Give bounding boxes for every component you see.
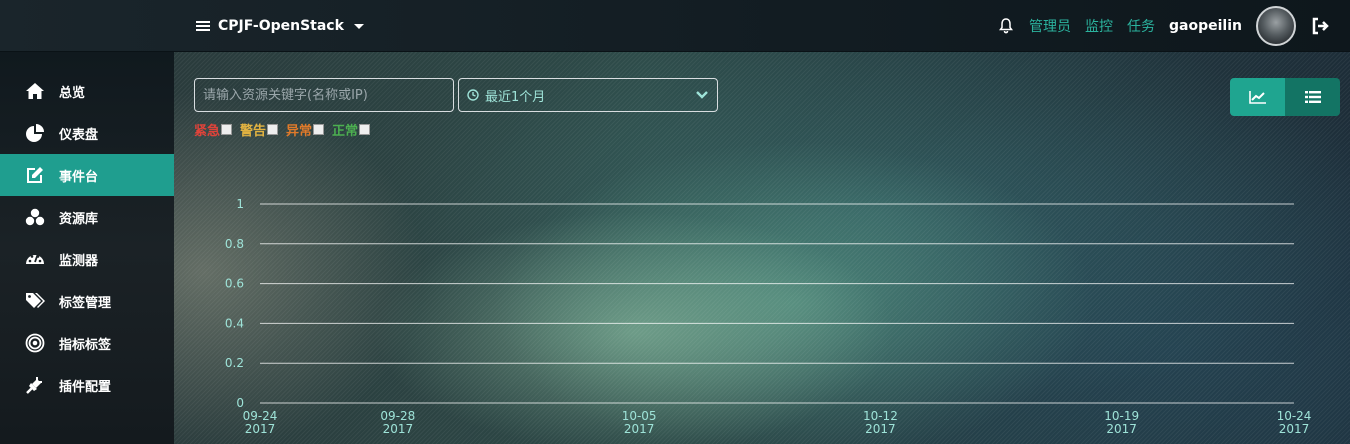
y-tick-label: 0.4: [225, 316, 244, 330]
line-chart-icon: [1248, 91, 1266, 104]
time-range-select[interactable]: 最近1个月: [458, 78, 718, 112]
list-icon: [196, 20, 210, 32]
x-tick-year: 2017: [1106, 422, 1137, 436]
filter-label: 正常: [332, 124, 359, 139]
plug-icon: [26, 377, 42, 394]
project-selector[interactable]: CPJF-OpenStack: [196, 15, 364, 37]
y-tick-label: 0.8: [225, 237, 244, 251]
caret-down-icon: [353, 23, 364, 29]
clock-icon: [467, 89, 479, 101]
sidebar-item-metric-tags[interactable]: 指标标签: [0, 322, 174, 364]
filter-checkbox[interactable]: [359, 124, 371, 135]
x-tick-year: 2017: [1279, 422, 1310, 436]
x-tick-year: 2017: [245, 422, 276, 436]
sidebar-item-label: 监测器: [59, 253, 99, 269]
y-tick-label: 0.2: [225, 356, 244, 370]
sidebar-item-monitors[interactable]: 监测器: [0, 238, 174, 280]
y-tick-label: 0: [236, 396, 244, 410]
search-input[interactable]: [194, 78, 454, 112]
sidebar-item-events[interactable]: 事件台: [0, 154, 174, 196]
x-tick-year: 2017: [383, 422, 414, 436]
filter-abnormal[interactable]: 异常: [286, 120, 325, 139]
filter-label: 异常: [286, 124, 313, 139]
x-tick-label: 09-28: [380, 409, 415, 423]
sidebar-item-label: 标签管理: [59, 295, 112, 311]
filter-normal[interactable]: 正常: [332, 120, 371, 139]
sidebar-item-tag-management[interactable]: 标签管理: [0, 280, 174, 322]
x-tick-label: 10-05: [622, 409, 657, 423]
x-tick-year: 2017: [865, 422, 896, 436]
dashboard-icon: [26, 254, 44, 264]
filter-label: 紧急: [194, 124, 221, 139]
x-tick-year: 2017: [624, 422, 655, 436]
bell-icon[interactable]: [997, 17, 1015, 35]
filter-label: 警告: [240, 124, 267, 139]
sidebar-item-plugins[interactable]: 插件配置: [0, 364, 174, 406]
y-tick-label: 0.6: [225, 277, 244, 291]
sidebar-item-label: 插件配置: [59, 379, 112, 395]
view-toggle: [1230, 78, 1340, 116]
pie-chart-icon: [26, 124, 44, 142]
x-tick-label: 10-19: [1104, 409, 1139, 423]
sidebar-item-label: 仪表盘: [59, 127, 99, 143]
filter-checkbox[interactable]: [313, 124, 325, 135]
sidebar-item-label: 总览: [59, 85, 86, 101]
project-name: CPJF-OpenStack: [218, 18, 344, 34]
top-navbar: CPJF-OpenStack 管理员 监控 任务 gaopeilin: [0, 0, 1350, 52]
cubes-icon: [25, 208, 45, 226]
x-tick-label: 10-12: [863, 409, 898, 423]
nav-tasks[interactable]: 任务: [1127, 16, 1155, 36]
tags-icon: [26, 293, 45, 308]
filter-checkbox[interactable]: [221, 124, 233, 135]
time-range-value: 最近1个月: [485, 89, 546, 105]
sidebar-item-dashboard[interactable]: 仪表盘: [0, 112, 174, 154]
logout-icon[interactable]: [1310, 16, 1330, 36]
avatar[interactable]: [1256, 6, 1296, 46]
top-right-menu: 管理员 监控 任务 gaopeilin: [997, 0, 1330, 52]
filter-checkbox[interactable]: [267, 124, 279, 135]
nav-monitor[interactable]: 监控: [1085, 16, 1113, 36]
sidebar: 总览 仪表盘 事件台 资源库 监测器 标签管理 指标标签 插件配置: [0, 52, 174, 444]
filter-warning[interactable]: 警告: [240, 120, 279, 139]
username[interactable]: gaopeilin: [1169, 18, 1242, 34]
home-icon: [26, 83, 44, 99]
sidebar-item-label: 资源库: [59, 211, 99, 227]
sidebar-item-label: 指标标签: [59, 337, 112, 353]
nav-admin[interactable]: 管理员: [1029, 16, 1071, 36]
x-tick-label: 10-24: [1277, 409, 1312, 423]
y-tick-label: 1: [236, 197, 244, 211]
chart-view-button[interactable]: [1230, 78, 1285, 116]
target-icon: [25, 333, 45, 353]
sidebar-item-overview[interactable]: 总览: [0, 70, 174, 112]
edit-icon: [27, 167, 43, 183]
main-content: 最近1个月 紧急 警告 异常 正常 00.20.40.60.8109-24201…: [174, 52, 1350, 444]
sidebar-item-resources[interactable]: 资源库: [0, 196, 174, 238]
severity-filters: 紧急 警告 异常 正常: [194, 120, 378, 139]
sidebar-item-label: 事件台: [59, 169, 99, 185]
chevron-down-icon: [696, 91, 708, 99]
list-view-button[interactable]: [1285, 78, 1340, 116]
filter-critical[interactable]: 紧急: [194, 120, 233, 139]
x-tick-label: 09-24: [243, 409, 278, 423]
list-icon: [1304, 91, 1321, 103]
